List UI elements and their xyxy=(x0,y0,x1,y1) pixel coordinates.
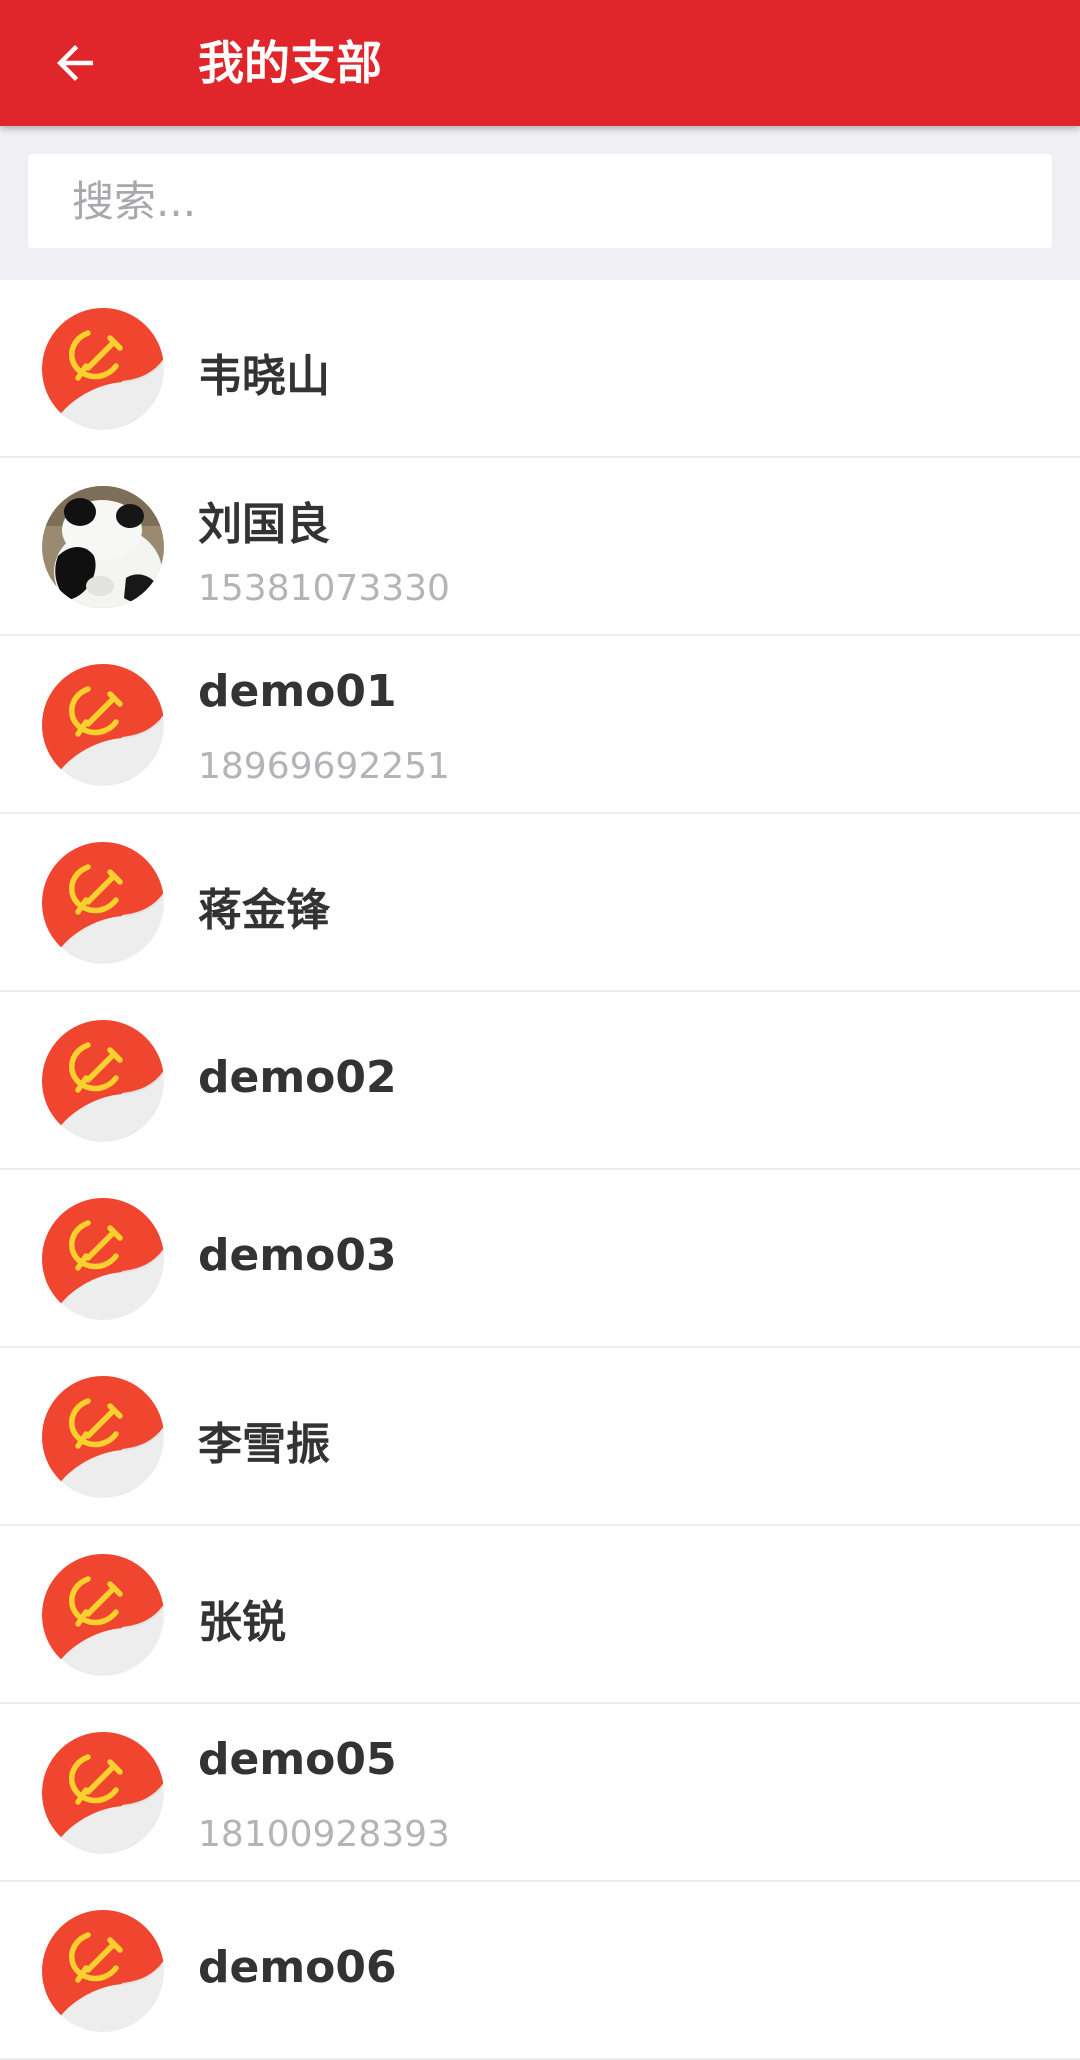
party-flag-icon xyxy=(42,1732,164,1854)
member-name: demo03 xyxy=(198,1230,397,1281)
member-name: demo05 xyxy=(198,1734,397,1785)
member-row[interactable]: demo06 xyxy=(0,1882,1080,2060)
member-row[interactable]: 韦晓山 xyxy=(0,280,1080,458)
member-row[interactable]: demo03 xyxy=(0,1170,1080,1348)
party-flag-icon xyxy=(42,664,164,786)
member-name: 刘国良 xyxy=(198,499,330,550)
member-phone: 15381073330 xyxy=(198,568,450,609)
member-name: 蒋金锋 xyxy=(198,885,330,936)
member-row[interactable]: demo05 18100928393 xyxy=(0,1704,1080,1882)
member-row[interactable]: 刘国良 15381073330 xyxy=(0,458,1080,636)
page-title: 我的支部 xyxy=(198,36,382,90)
party-flag-icon xyxy=(42,1376,164,1498)
search-input[interactable] xyxy=(28,154,1052,248)
member-row[interactable]: 李雪振 xyxy=(0,1348,1080,1526)
member-name: demo02 xyxy=(198,1052,397,1103)
party-flag-icon xyxy=(42,1910,164,2032)
party-flag-icon xyxy=(42,1198,164,1320)
avatar-photo xyxy=(42,486,164,608)
member-row[interactable]: demo02 xyxy=(0,992,1080,1170)
app-bar: 我的支部 xyxy=(0,0,1080,126)
party-flag-icon xyxy=(42,842,164,964)
member-name: 张锐 xyxy=(198,1597,286,1648)
search-area xyxy=(0,126,1080,280)
member-phone: 18100928393 xyxy=(198,1814,450,1855)
member-name: demo06 xyxy=(198,1942,397,1993)
member-row[interactable]: 蒋金锋 xyxy=(0,814,1080,992)
arrow-left-icon xyxy=(57,45,93,81)
back-button[interactable] xyxy=(40,28,110,98)
member-row[interactable]: 张锐 xyxy=(0,1526,1080,1704)
party-flag-icon xyxy=(42,1554,164,1676)
member-phone: 18969692251 xyxy=(198,746,450,787)
party-flag-icon xyxy=(42,1020,164,1142)
member-name: 李雪振 xyxy=(198,1419,330,1470)
member-name: demo01 xyxy=(198,666,397,717)
party-flag-icon xyxy=(42,308,164,430)
member-name: 韦晓山 xyxy=(198,351,330,402)
member-row[interactable]: demo01 18969692251 xyxy=(0,636,1080,814)
